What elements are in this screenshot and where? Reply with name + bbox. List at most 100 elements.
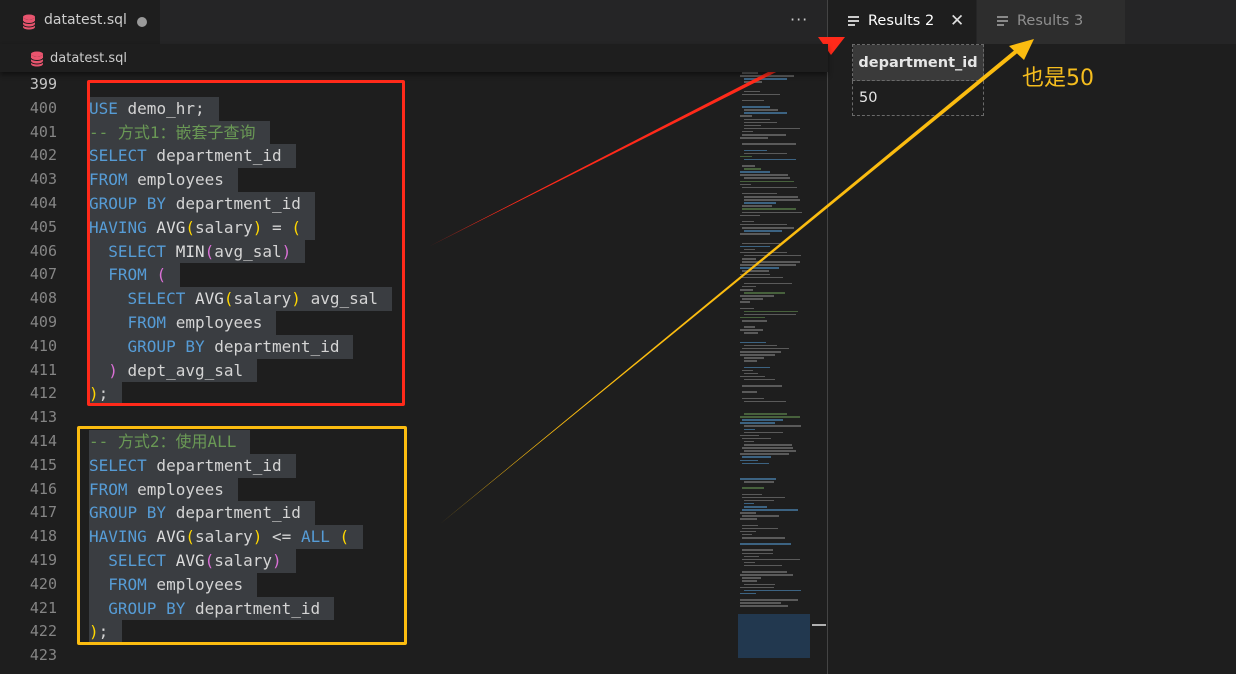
minimap-line xyxy=(742,558,801,561)
minimap-line xyxy=(744,254,802,257)
minimap-line xyxy=(744,118,771,120)
minimap-line xyxy=(742,580,757,582)
minimap-line xyxy=(742,220,754,223)
minimap-line xyxy=(740,416,800,418)
minimap-line xyxy=(742,165,756,167)
minimap-line xyxy=(740,289,753,291)
minimap-line xyxy=(742,515,779,517)
results-tab-bar: Results 2 ✕ Results 3 xyxy=(828,0,1236,44)
line-number: 420 xyxy=(29,574,57,593)
minimap-line xyxy=(740,605,789,607)
minimap-line xyxy=(744,230,783,232)
minimap-line xyxy=(744,282,792,285)
minimap-line xyxy=(740,329,763,331)
line-number: 412 xyxy=(29,384,57,403)
minimap-line xyxy=(742,493,762,496)
scrollbar-marker xyxy=(812,624,826,626)
minimap-line xyxy=(740,375,766,378)
minimap-line xyxy=(742,205,772,207)
minimap-line xyxy=(740,245,770,248)
minimap-line xyxy=(742,537,785,539)
minimap-line xyxy=(744,440,755,443)
line-number: 417 xyxy=(29,503,57,522)
minimap-line xyxy=(744,127,801,130)
minimap-line xyxy=(742,130,754,133)
minimap-line xyxy=(742,143,796,145)
editor-tab-label: datatest.sql xyxy=(44,12,127,28)
minimap-line xyxy=(744,564,783,567)
minimap-line xyxy=(744,589,801,592)
line-number: 413 xyxy=(29,408,57,427)
result-grid: department_id 50 xyxy=(852,44,984,116)
minimap-line xyxy=(744,199,800,201)
close-icon[interactable]: ✕ xyxy=(950,11,964,31)
minimap-line xyxy=(740,586,775,589)
minimap-line xyxy=(740,223,787,226)
minimap-line xyxy=(742,227,794,229)
highlight-box-method2 xyxy=(77,426,407,645)
line-number: 419 xyxy=(29,551,57,569)
minimap-line xyxy=(740,155,752,158)
breadcrumb: datatest.sql xyxy=(0,44,828,72)
code-line[interactable]: 423 xyxy=(0,644,740,668)
minimap-line xyxy=(744,152,788,155)
minimap-line xyxy=(744,326,755,328)
minimap-line xyxy=(742,419,783,421)
minimap-line xyxy=(742,385,782,387)
minimap-line xyxy=(742,320,767,322)
minimap-line xyxy=(742,369,753,372)
line-number: 410 xyxy=(29,336,57,355)
minimap-line xyxy=(744,292,785,294)
minimap-line xyxy=(740,422,775,424)
minimap-line xyxy=(742,72,758,74)
minimap-line xyxy=(740,251,787,254)
minimap-line xyxy=(742,533,753,536)
editor-tab-datatest[interactable]: datatest.sql xyxy=(0,0,160,44)
minimap-line xyxy=(744,202,776,204)
table-row[interactable]: 50 xyxy=(852,80,984,116)
minimap-line xyxy=(744,502,755,505)
minimap-line xyxy=(740,574,793,576)
minimap-viewport[interactable] xyxy=(738,614,810,658)
tab-results-2[interactable]: Results 2 ✕ xyxy=(828,0,976,44)
editor-tab-bar: datatest.sql ··· xyxy=(0,0,828,44)
minimap-line xyxy=(744,248,756,251)
minimap-line xyxy=(742,509,798,511)
minimap-line xyxy=(742,437,772,440)
minimap-line xyxy=(740,351,781,353)
line-number: 422 xyxy=(29,622,57,641)
minimap[interactable] xyxy=(738,72,810,674)
minimap-line xyxy=(740,171,771,173)
minimap-line xyxy=(742,211,802,213)
minimap-line xyxy=(742,496,785,499)
line-number: 421 xyxy=(29,598,57,617)
minimap-line xyxy=(740,478,776,480)
minimap-line xyxy=(742,571,788,573)
unsaved-dot-icon[interactable] xyxy=(137,17,147,27)
minimap-line xyxy=(742,577,762,579)
minimap-line xyxy=(742,397,765,399)
minimap-line xyxy=(742,549,774,551)
database-icon xyxy=(22,14,36,30)
minimap-line xyxy=(744,112,787,114)
minimap-line xyxy=(744,158,797,161)
tab-results-3[interactable]: Results 3 xyxy=(977,0,1125,44)
tab-results-3-label: Results 3 xyxy=(1017,13,1084,29)
minimap-line xyxy=(740,273,770,275)
line-number: 407 xyxy=(29,265,57,284)
minimap-line xyxy=(742,276,783,279)
minimap-line xyxy=(744,413,787,415)
results-panel: Results 2 ✕ Results 3 department_id 50 xyxy=(828,0,1236,674)
column-header-department-id[interactable]: department_id xyxy=(852,44,984,81)
minimap-line xyxy=(740,295,775,297)
minimap-line xyxy=(740,518,757,520)
breadcrumb-item-file[interactable]: datatest.sql xyxy=(50,51,127,66)
minimap-line xyxy=(740,602,781,604)
minimap-line xyxy=(742,258,757,260)
minimap-line xyxy=(742,447,793,449)
more-actions-button[interactable]: ··· xyxy=(790,10,808,29)
minimap-line xyxy=(744,149,768,151)
table-cell[interactable]: 50 xyxy=(852,80,984,116)
minimap-line xyxy=(740,512,756,514)
line-number: 406 xyxy=(29,241,57,260)
